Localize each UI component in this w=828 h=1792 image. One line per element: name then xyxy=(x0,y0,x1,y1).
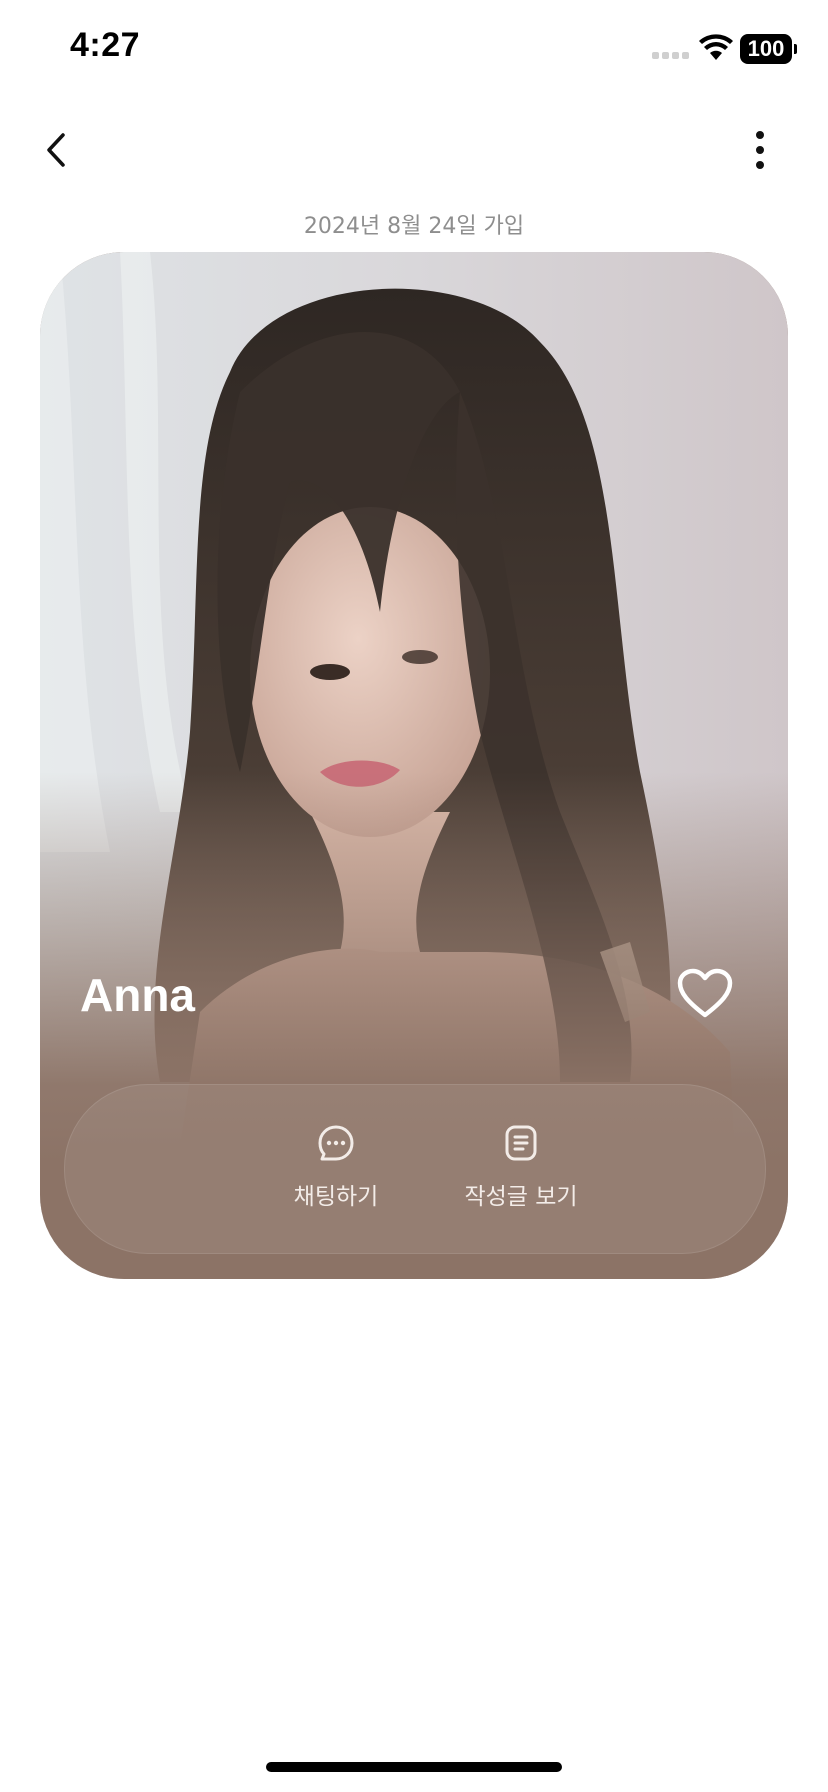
chat-bubble-icon xyxy=(318,1125,354,1161)
view-posts-button[interactable]: 작성글 보기 xyxy=(451,1123,591,1211)
home-indicator xyxy=(266,1762,562,1772)
more-options-button[interactable] xyxy=(740,124,780,176)
status-time: 4:27 xyxy=(70,26,141,64)
nav-bar xyxy=(0,120,828,180)
chat-button[interactable]: 채팅하기 xyxy=(261,1123,411,1211)
action-bar: 채팅하기 작성글 보기 xyxy=(64,1084,766,1254)
view-posts-button-label: 작성글 보기 xyxy=(464,1184,578,1210)
battery-level: 100 xyxy=(747,36,785,61)
join-date: 2024년 8월 24일 가입 xyxy=(303,214,525,239)
status-bar: 4:27 100 xyxy=(0,0,828,100)
profile-card[interactable]: Anna 채팅하기 작성글 보기 xyxy=(40,252,788,1279)
signal-icon xyxy=(652,52,689,59)
more-vertical-icon xyxy=(756,131,764,169)
back-button[interactable] xyxy=(36,124,76,176)
chat-button-label: 채팅하기 xyxy=(293,1184,379,1210)
chevron-left-icon xyxy=(47,133,65,167)
wifi-icon xyxy=(699,34,733,60)
battery-icon: 100 xyxy=(740,34,797,64)
document-icon xyxy=(505,1125,537,1161)
heart-outline-icon xyxy=(677,968,733,1018)
profile-name: Anna xyxy=(80,969,195,1021)
like-button[interactable] xyxy=(674,964,736,1022)
